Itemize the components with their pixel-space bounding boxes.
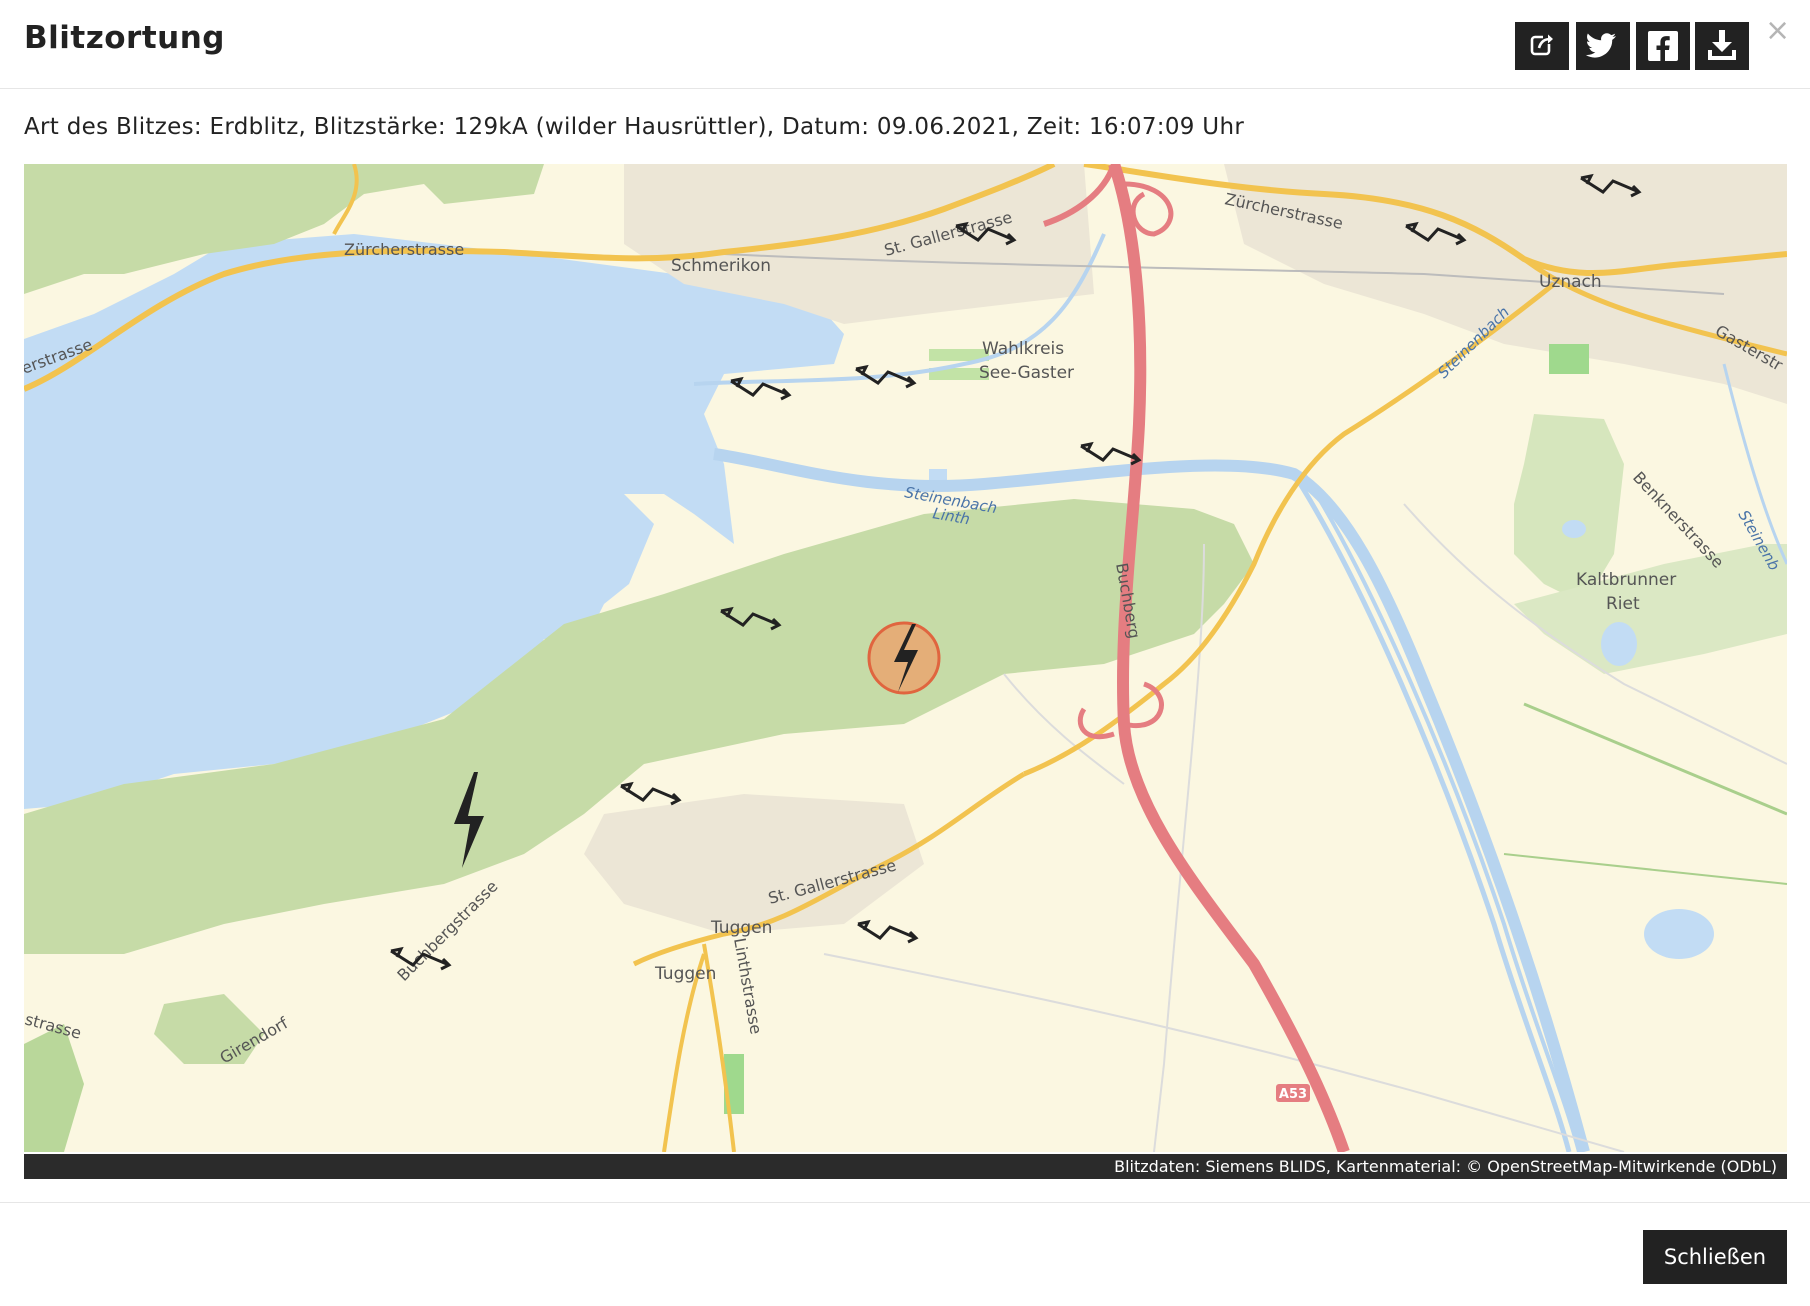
twitter-icon xyxy=(1585,33,1616,58)
label-kaltbrunner-2: Riet xyxy=(1606,594,1640,614)
map[interactable]: Zürcherstrasse Zürcherstrasse Schmerikon… xyxy=(24,164,1787,1152)
facebook-button[interactable] xyxy=(1636,22,1690,70)
label-kaltbrunner-1: Kaltbrunner xyxy=(1576,570,1676,590)
map-attribution: Blitzdaten: Siemens BLIDS, Kartenmateria… xyxy=(24,1154,1787,1179)
download-icon xyxy=(1708,30,1736,60)
selected-strike-marker[interactable] xyxy=(867,621,941,695)
label-a53: A53 xyxy=(1279,1087,1307,1102)
label-wahlkreis-1: Wahlkreis xyxy=(982,339,1064,359)
dialog-header: Blitzortung × xyxy=(0,0,1810,89)
footer-divider xyxy=(0,1202,1810,1203)
close-button[interactable]: Schließen xyxy=(1643,1230,1787,1284)
label-zurcherstrasse-w: Zürcherstrasse xyxy=(344,240,464,259)
label-uznach: Uznach xyxy=(1539,272,1602,292)
dialog-title: Blitzortung xyxy=(24,20,225,56)
close-x-button[interactable]: × xyxy=(1765,16,1790,46)
label-wahlkreis-2: See-Gaster xyxy=(979,363,1074,383)
share-button[interactable] xyxy=(1515,22,1569,70)
label-schmerikon: Schmerikon xyxy=(671,256,771,276)
label-tuggen-2: Tuggen xyxy=(654,964,716,984)
facebook-icon xyxy=(1648,31,1678,61)
download-button[interactable] xyxy=(1695,22,1749,70)
share-icon xyxy=(1530,34,1553,56)
strike-info: Art des Blitzes: Erdblitz, Blitzstärke: … xyxy=(24,114,1245,140)
map-canvas[interactable]: Zürcherstrasse Zürcherstrasse Schmerikon… xyxy=(24,164,1787,1152)
twitter-button[interactable] xyxy=(1576,22,1630,70)
label-tuggen-1: Tuggen xyxy=(710,918,772,938)
